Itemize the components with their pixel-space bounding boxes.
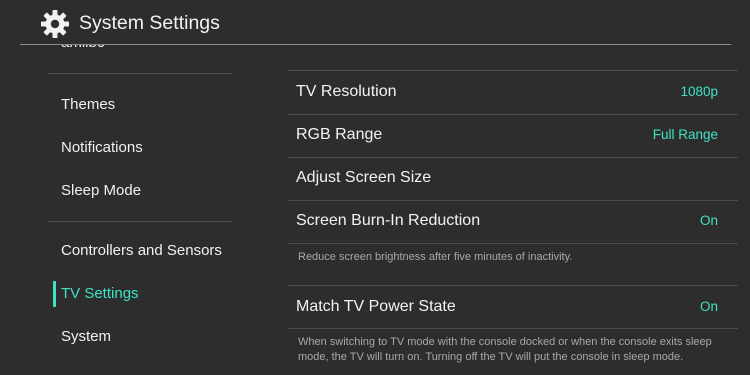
row-divider xyxy=(288,328,738,329)
sidebar-item-sleep-mode[interactable]: Sleep Mode xyxy=(61,182,141,200)
setting-value: 1080p xyxy=(680,84,718,99)
setting-description: When switching to TV mode with the conso… xyxy=(298,336,712,363)
setting-label: Adjust Screen Size xyxy=(296,169,432,186)
setting-value: Full Range xyxy=(652,127,718,142)
settings-panel: TV Resolution 1080p RGB Range Full Range… xyxy=(248,45,750,375)
sidebar-item-themes[interactable]: Themes xyxy=(61,96,115,114)
sidebar-item-notifications[interactable]: Notifications xyxy=(61,139,143,157)
page-title: System Settings xyxy=(79,12,220,34)
sidebar-divider xyxy=(48,73,232,74)
setting-rgb-range[interactable]: RGB Range Full Range xyxy=(288,114,718,156)
sidebar-item-amiibo[interactable]: amiibo xyxy=(61,45,105,52)
setting-screen-burn-in-reduction[interactable]: Screen Burn-In Reduction On xyxy=(288,200,718,242)
setting-value: On xyxy=(699,299,718,314)
setting-label: Screen Burn-In Reduction xyxy=(296,212,481,229)
active-indicator xyxy=(53,281,56,307)
sidebar-item-tv-settings[interactable]: TV Settings xyxy=(61,285,139,303)
setting-description: Reduce screen brightness after five minu… xyxy=(298,251,573,263)
gear-icon xyxy=(38,7,72,41)
setting-label: TV Resolution xyxy=(296,83,397,100)
setting-value: On xyxy=(699,213,718,228)
sidebar-item-controllers-and-sensors[interactable]: Controllers and Sensors xyxy=(61,242,222,260)
row-divider xyxy=(288,243,738,244)
setting-match-tv-power-state[interactable]: Match TV Power State On xyxy=(288,286,718,328)
setting-adjust-screen-size[interactable]: Adjust Screen Size xyxy=(288,157,718,199)
sidebar-item-system[interactable]: System xyxy=(61,328,111,346)
sidebar: amiibo Themes Notifications Sleep Mode C… xyxy=(0,45,248,375)
setting-tv-resolution[interactable]: TV Resolution 1080p xyxy=(288,71,718,113)
header: System Settings xyxy=(0,0,750,45)
setting-label: Match TV Power State xyxy=(296,298,456,315)
setting-label: RGB Range xyxy=(296,126,383,143)
system-settings-window: System Settings amiibo Themes Notificati… xyxy=(0,0,750,375)
sidebar-divider xyxy=(48,221,232,222)
